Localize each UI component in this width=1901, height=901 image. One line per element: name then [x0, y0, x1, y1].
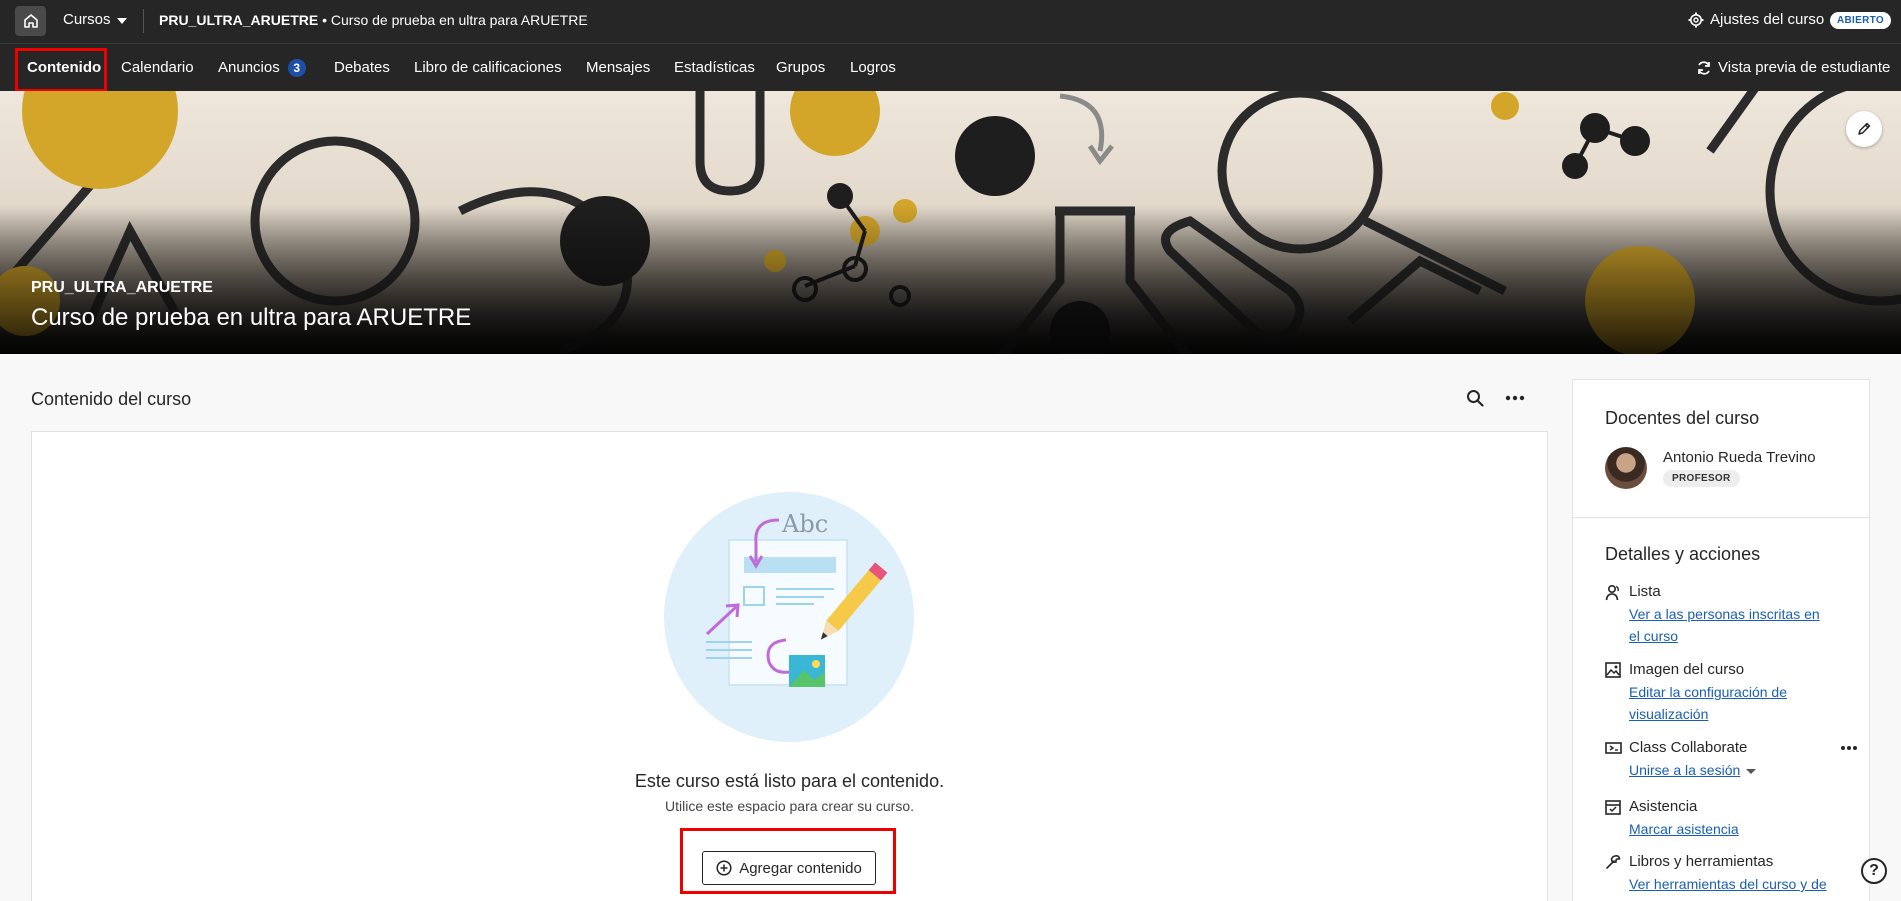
- banner-course-title: Curso de prueba en ultra para ARUETRE: [31, 304, 472, 331]
- status-badge: ABIERTO: [1830, 12, 1891, 29]
- detail-attendance-link[interactable]: Marcar asistencia: [1629, 818, 1829, 840]
- empty-content-illustration: Abc: [664, 492, 914, 742]
- home-button[interactable]: [15, 6, 46, 36]
- detail-books-tools-title: Libros y herramientas: [1629, 853, 1774, 870]
- avatar[interactable]: [1605, 447, 1647, 489]
- courses-menu-label: Cursos: [63, 11, 111, 28]
- join-session-label: Unirse a la sesión: [1629, 762, 1741, 778]
- breadcrumb-course-code: PRU_ULTRA_ARUETRE: [159, 12, 319, 28]
- wrench-icon: [1606, 855, 1621, 869]
- breadcrumb-course-name: • Curso de prueba en ultra para ARUETRE: [318, 12, 588, 28]
- roster-icon: [1605, 584, 1619, 601]
- role-badge: PROFESOR: [1663, 470, 1740, 487]
- help-icon[interactable]: ?: [1861, 858, 1887, 884]
- tab-anuncios-label: Anuncios: [218, 59, 280, 76]
- tab-libro-calificaciones[interactable]: Libro de calificaciones: [414, 59, 562, 76]
- image-icon: [1605, 662, 1621, 678]
- course-settings-label: Ajustes del curso: [1710, 11, 1825, 28]
- empty-state-title: Este curso está listo para el contenido.: [634, 771, 945, 791]
- divider: [1573, 517, 1869, 518]
- tab-contenido[interactable]: Contenido: [27, 59, 101, 76]
- attendance-icon: [1605, 800, 1621, 815]
- detail-class-collaborate-title: Class Collaborate: [1629, 739, 1748, 756]
- detail-roster-link[interactable]: Ver a las personas inscritas en el curso: [1629, 603, 1829, 647]
- breadcrumb: PRU_ULTRA_ARUETRE • Curso de prueba en u…: [159, 12, 588, 28]
- student-preview-button[interactable]: Vista previa de estudiante: [1696, 59, 1890, 76]
- tab-logros[interactable]: Logros: [850, 59, 896, 76]
- top-bar: Cursos PRU_ULTRA_ARUETRE • Curso de prue…: [0, 0, 1901, 43]
- details-heading: Detalles y acciones: [1605, 544, 1761, 564]
- more-options-icon[interactable]: [1505, 388, 1525, 408]
- add-content-button[interactable]: Agregar contenido: [702, 851, 876, 885]
- tab-estadisticas[interactable]: Estadísticas: [674, 59, 755, 76]
- detail-attendance-title: Asistencia: [1629, 798, 1698, 815]
- join-session-link[interactable]: Unirse a la sesión: [1629, 759, 1829, 781]
- detail-books-tools-link[interactable]: Ver herramientas del curso y de la insti…: [1629, 873, 1829, 901]
- divider: [143, 9, 144, 33]
- chevron-down-icon: [1746, 768, 1757, 774]
- add-content-label: Agregar contenido: [739, 859, 862, 877]
- course-banner: PRU_ULTRA_ARUETRE Curso de prueba en ult…: [0, 91, 1901, 354]
- tab-grupos[interactable]: Grupos: [776, 59, 825, 76]
- course-content-heading: Contenido del curso: [31, 389, 192, 409]
- tab-anuncios[interactable]: Anuncios 3: [218, 59, 306, 77]
- tab-calendario[interactable]: Calendario: [121, 59, 194, 76]
- announcements-count-badge: 3: [287, 59, 306, 77]
- more-options-icon[interactable]: [1840, 741, 1858, 755]
- student-preview-label: Vista previa de estudiante: [1718, 59, 1891, 76]
- teachers-heading: Docentes del curso: [1605, 408, 1760, 428]
- detail-course-image-link[interactable]: Editar la configuración de visualización: [1629, 681, 1829, 725]
- edit-banner-button[interactable]: [1846, 111, 1882, 147]
- home-icon: [23, 14, 38, 28]
- detail-roster-title: Lista: [1629, 583, 1661, 600]
- search-icon[interactable]: [1466, 389, 1484, 407]
- empty-state-subtitle: Utilice este espacio para crear su curso…: [665, 798, 914, 814]
- pencil-icon: [1858, 122, 1871, 135]
- refresh-icon: [1698, 60, 1710, 75]
- gear-icon: [1688, 12, 1704, 27]
- detail-course-image-title: Imagen del curso: [1629, 661, 1745, 678]
- collaborate-icon: [1605, 742, 1622, 754]
- plus-circle-icon: [716, 860, 732, 876]
- chevron-down-icon: [116, 17, 127, 24]
- course-nav: Contenido Calendario Anuncios 3 Debates L…: [0, 43, 1901, 92]
- course-content-panel: Abc Este curso está listo para el conten…: [31, 431, 1548, 901]
- tab-mensajes[interactable]: Mensajes: [586, 59, 650, 76]
- teacher-name[interactable]: Antonio Rueda Trevino: [1663, 449, 1816, 466]
- illustration-abc-text: Abc: [781, 510, 828, 538]
- course-settings-button[interactable]: Ajustes del curso: [1688, 11, 1824, 28]
- course-details-panel: Docentes del curso Antonio Rueda Trevino…: [1572, 379, 1870, 901]
- courses-menu[interactable]: Cursos: [63, 11, 127, 28]
- banner-course-code: PRU_ULTRA_ARUETRE: [31, 279, 213, 296]
- tab-debates[interactable]: Debates: [334, 59, 390, 76]
